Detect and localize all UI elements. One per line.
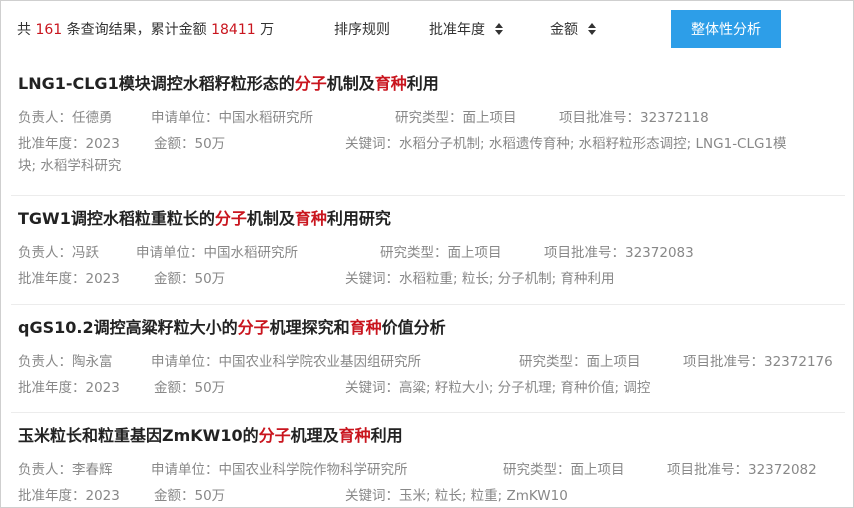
divider — [11, 195, 845, 196]
research-type: 研究类型：面上项目 — [519, 354, 641, 370]
summary-prefix: 共 — [17, 22, 31, 38]
approval-number: 项目批准号：32372118 — [559, 110, 709, 126]
leader: 负责人：陶永富 — [18, 354, 113, 370]
result-title[interactable]: LNG1-CLG1模块调控水稻籽粒形态的分子机制及育种利用 — [18, 72, 846, 96]
sort-year-label: 批准年度 — [429, 22, 485, 38]
applicant-unit: 申请单位：中国农业科学院作物科学研究所 — [151, 462, 408, 478]
divider — [11, 304, 845, 305]
results-toolbar: 共 161 条查询结果，累计金额 18411 万 排序规则 批准年度 金额 整体… — [1, 1, 853, 57]
keywords: 关键词：玉米; 粒长; 粒重; ZmKW10 — [345, 488, 568, 504]
sort-rule-label: 排序规则 — [334, 22, 390, 38]
leader: 负责人：李春辉 — [18, 462, 113, 478]
research-type: 研究类型：面上项目 — [395, 110, 517, 126]
result-meta-row: 批准年度：2023 金额：50万 关键词：玉米; 粒长; 粒重; ZmKW10 — [18, 480, 846, 506]
approval-year: 批准年度：2023 — [18, 271, 120, 287]
result-title[interactable]: TGW1调控水稻粒重粒长的分子机制及育种利用研究 — [18, 207, 846, 231]
amount: 金额：50万 — [154, 271, 226, 287]
sort-by-year[interactable]: 批准年度 — [429, 19, 503, 39]
result-meta-row: 批准年度：2023 金额：50万 关键词：水稻分子机制; 水稻遗传育种; 水稻籽… — [18, 128, 846, 176]
result-item: 玉米粒长和粒重基因ZmKW10的分子机理及育种利用 负责人：李春辉 申请单位：中… — [18, 424, 846, 506]
amount: 金额：50万 — [154, 488, 226, 504]
applicant-unit: 申请单位：中国水稻研究所 — [136, 245, 298, 261]
result-title[interactable]: 玉米粒长和粒重基因ZmKW10的分子机理及育种利用 — [18, 424, 846, 448]
result-count: 161 — [35, 22, 63, 38]
summary-suffix: 万 — [260, 22, 275, 38]
approval-year: 批准年度：2023 — [18, 380, 120, 396]
applicant-unit: 申请单位：中国农业科学院农业基因组研究所 — [151, 354, 421, 370]
leader: 负责人：任德勇 — [18, 110, 113, 126]
result-meta-row: 负责人：陶永富 申请单位：中国农业科学院农业基因组研究所 研究类型：面上项目 项… — [18, 346, 846, 372]
search-results-panel: 共 161 条查询结果，累计金额 18411 万 排序规则 批准年度 金额 整体… — [0, 0, 854, 508]
result-meta-row: 负责人：任德勇 申请单位：中国水稻研究所 研究类型：面上项目 项目批准号：323… — [18, 102, 846, 128]
result-meta-row: 批准年度：2023 金额：50万 关键词：水稻粒重; 粒长; 分子机制; 育种利… — [18, 263, 846, 289]
results-summary: 共 161 条查询结果，累计金额 18411 万 — [17, 19, 274, 39]
approval-number: 项目批准号：32372083 — [544, 245, 694, 261]
result-meta-row: 负责人：李春辉 申请单位：中国农业科学院作物科学研究所 研究类型：面上项目 项目… — [18, 454, 846, 480]
leader: 负责人：冯跃 — [18, 245, 99, 261]
keywords: 关键词：水稻分子机制; 水稻遗传育种; 水稻籽粒形态调控; LNG1-CLG1模 — [345, 136, 787, 152]
approval-number: 项目批准号：32372082 — [667, 462, 817, 478]
keywords-continued: 块; 水稻学科研究 — [18, 158, 122, 174]
result-item: TGW1调控水稻粒重粒长的分子机制及育种利用研究 负责人：冯跃 申请单位：中国水… — [18, 207, 846, 289]
summary-middle: 条查询结果，累计金额 — [66, 22, 207, 38]
divider — [11, 412, 845, 413]
research-type: 研究类型：面上项目 — [503, 462, 625, 478]
sort-by-amount[interactable]: 金额 — [550, 19, 596, 39]
research-type: 研究类型：面上项目 — [380, 245, 502, 261]
result-meta-row: 负责人：冯跃 申请单位：中国水稻研究所 研究类型：面上项目 项目批准号：3237… — [18, 237, 846, 263]
amount: 金额：50万 — [154, 136, 226, 152]
keywords: 关键词：水稻粒重; 粒长; 分子机制; 育种利用 — [345, 271, 615, 287]
approval-number: 项目批准号：32372176 — [683, 354, 833, 370]
result-title[interactable]: qGS10.2调控高粱籽粒大小的分子机理探究和育种价值分析 — [18, 316, 846, 340]
sort-toggle-icon — [588, 23, 596, 35]
sort-amount-label: 金额 — [550, 22, 578, 38]
amount: 金额：50万 — [154, 380, 226, 396]
result-item: LNG1-CLG1模块调控水稻籽粒形态的分子机制及育种利用 负责人：任德勇 申请… — [18, 72, 846, 176]
total-amount: 18411 — [211, 22, 256, 38]
keywords: 关键词：高粱; 籽粒大小; 分子机理; 育种价值; 调控 — [345, 380, 651, 396]
overall-analysis-button[interactable]: 整体性分析 — [671, 10, 781, 48]
result-item: qGS10.2调控高粱籽粒大小的分子机理探究和育种价值分析 负责人：陶永富 申请… — [18, 316, 846, 398]
approval-year: 批准年度：2023 — [18, 136, 120, 152]
applicant-unit: 申请单位：中国水稻研究所 — [151, 110, 313, 126]
result-meta-row: 批准年度：2023 金额：50万 关键词：高粱; 籽粒大小; 分子机理; 育种价… — [18, 372, 846, 398]
approval-year: 批准年度：2023 — [18, 488, 120, 504]
sort-toggle-icon — [495, 23, 503, 35]
